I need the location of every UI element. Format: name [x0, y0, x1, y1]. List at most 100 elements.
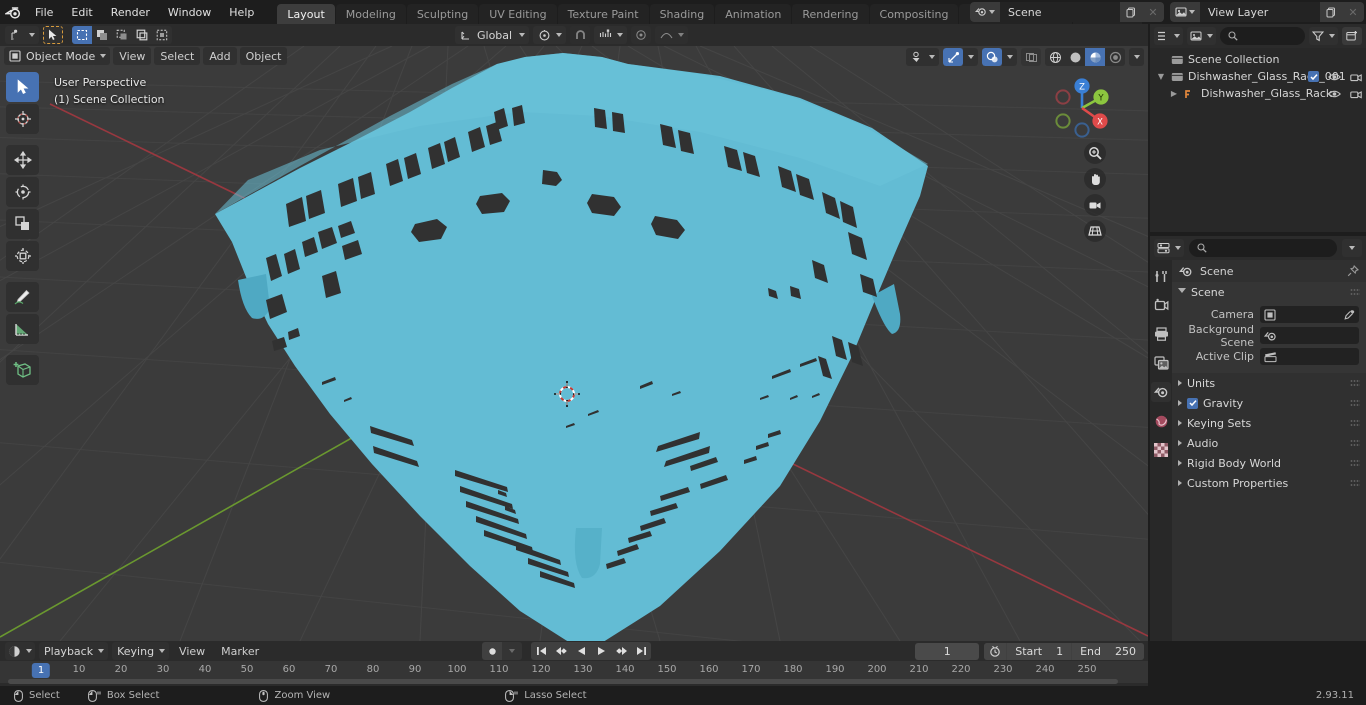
- tab-compositing[interactable]: Compositing: [869, 4, 959, 24]
- menu-window[interactable]: Window: [159, 0, 220, 24]
- chevron-down-icon[interactable]: ▼: [1155, 72, 1167, 81]
- outliner-editor-type-dropdown[interactable]: [1154, 27, 1183, 45]
- eyedropper-icon[interactable]: [1344, 309, 1355, 320]
- timeline-editor[interactable]: Playback Keying View Marker 1 Start 1 En…: [0, 641, 1148, 686]
- frame-end-field[interactable]: End 250: [1072, 642, 1144, 660]
- panel-header-custom-properties[interactable]: Custom Properties: [1172, 473, 1366, 493]
- background-scene-field[interactable]: [1260, 327, 1359, 344]
- blender-logo-icon[interactable]: [0, 0, 26, 24]
- playhead-marker[interactable]: 1: [31, 663, 51, 678]
- camera-icon[interactable]: [1084, 194, 1106, 216]
- panel-drag-grip[interactable]: [1350, 399, 1360, 407]
- shading-options-dropdown[interactable]: [1129, 48, 1144, 66]
- rotate-tool[interactable]: [6, 177, 39, 207]
- outliner-editor[interactable]: Scene Collection ▼ Dishwasher_Glass_Rack…: [1150, 24, 1366, 232]
- gravity-checkbox[interactable]: [1187, 397, 1198, 409]
- tab-shading[interactable]: Shading: [649, 4, 715, 24]
- properties-tab-texture[interactable]: [1151, 440, 1171, 460]
- keying-dropdown[interactable]: Keying: [112, 642, 170, 660]
- panel-header-rigid-body-world[interactable]: Rigid Body World: [1172, 453, 1366, 473]
- timeline-menu-view[interactable]: View: [173, 642, 211, 660]
- menu-help[interactable]: Help: [220, 0, 263, 24]
- menu-object[interactable]: Object: [239, 47, 288, 65]
- chevron-right-icon[interactable]: [1178, 460, 1182, 466]
- horizontal-scrollbar[interactable]: [8, 679, 1118, 684]
- perspective-icon[interactable]: [1084, 220, 1106, 242]
- properties-tab-scene[interactable]: [1151, 382, 1171, 402]
- unlink-scene-icon[interactable]: ✕: [1142, 2, 1164, 22]
- jump-to-start-icon[interactable]: [531, 642, 551, 660]
- jump-to-end-icon[interactable]: [631, 642, 651, 660]
- new-collection-icon[interactable]: [1342, 27, 1362, 45]
- panel-header-audio[interactable]: Audio: [1172, 433, 1366, 453]
- select-mode-group[interactable]: [72, 26, 172, 44]
- transform-tool[interactable]: [6, 241, 39, 271]
- panel-drag-grip[interactable]: [1350, 288, 1360, 296]
- menu-add[interactable]: Add: [203, 47, 237, 65]
- select-box-icon[interactable]: [72, 26, 92, 44]
- menu-edit[interactable]: Edit: [62, 0, 101, 24]
- chevron-right-icon[interactable]: [1178, 440, 1182, 446]
- menu-select[interactable]: Select: [154, 47, 201, 65]
- cursor-tool[interactable]: [6, 104, 39, 134]
- chevron-right-icon[interactable]: ▶: [1168, 89, 1180, 98]
- tweak-tool-button[interactable]: [43, 26, 63, 44]
- tweak-tool[interactable]: [6, 72, 39, 102]
- auto-keying-record-icon[interactable]: [482, 642, 502, 660]
- active-clip-field[interactable]: [1260, 348, 1359, 365]
- keying-options-dropdown[interactable]: [502, 642, 522, 660]
- scene-name-field[interactable]: Scene: [1000, 2, 1120, 22]
- pin-icon[interactable]: [1347, 265, 1359, 277]
- eye-icon[interactable]: [1328, 89, 1341, 99]
- outliner-row-scene-collection[interactable]: Scene Collection: [1150, 51, 1366, 68]
- remove-view-layer-icon[interactable]: ✕: [1342, 2, 1364, 22]
- play-icon[interactable]: [591, 642, 611, 660]
- jump-next-keyframe-icon[interactable]: [611, 642, 631, 660]
- panel-drag-grip[interactable]: [1350, 459, 1360, 467]
- eye-icon[interactable]: [1328, 72, 1341, 82]
- select-subtract-icon[interactable]: [112, 26, 132, 44]
- scene-selector[interactable]: Scene ✕: [970, 2, 1164, 22]
- shading-solid-icon[interactable]: [1065, 48, 1085, 66]
- outliner-row-dishwasher-glass-rack-001[interactable]: ▼ Dishwasher_Glass_Rack_001: [1150, 68, 1366, 85]
- chevron-right-icon[interactable]: [1178, 420, 1182, 426]
- select-extend-icon[interactable]: [92, 26, 112, 44]
- shading-mode-group[interactable]: [1045, 48, 1125, 66]
- properties-editor-type-dropdown[interactable]: [1154, 239, 1184, 257]
- outliner-display-mode-dropdown[interactable]: [1187, 27, 1216, 45]
- select-invert-icon[interactable]: [132, 26, 152, 44]
- move-tool[interactable]: [6, 145, 39, 175]
- gizmo-options-dropdown[interactable]: [963, 48, 978, 66]
- timeline-menu-marker[interactable]: Marker: [215, 642, 265, 660]
- properties-tab-tool[interactable]: [1151, 266, 1171, 286]
- panel-drag-grip[interactable]: [1350, 439, 1360, 447]
- add-cube-tool[interactable]: [6, 355, 39, 385]
- panel-header-keying-sets[interactable]: Keying Sets: [1172, 413, 1366, 433]
- timeline-editor-type-dropdown[interactable]: [5, 642, 35, 660]
- proportional-edit-icon[interactable]: [631, 26, 651, 44]
- chevron-right-icon[interactable]: [1178, 480, 1182, 486]
- dishwasher-glass-rack-mesh[interactable]: [0, 46, 1148, 641]
- shading-wireframe-icon[interactable]: [1045, 48, 1065, 66]
- measure-tool[interactable]: [6, 314, 39, 344]
- navigation-gizmo[interactable]: Z Y X: [1046, 72, 1118, 144]
- menu-render[interactable]: Render: [102, 0, 159, 24]
- panel-drag-grip[interactable]: [1350, 419, 1360, 427]
- hand-icon[interactable]: [1084, 168, 1106, 190]
- active-tool-selector[interactable]: [5, 26, 39, 44]
- tab-sculpting[interactable]: Sculpting: [406, 4, 479, 24]
- exclude-checkbox[interactable]: [1308, 71, 1319, 82]
- tab-rendering[interactable]: Rendering: [792, 4, 869, 24]
- transform-orientation-dropdown[interactable]: Global: [455, 26, 529, 44]
- properties-tab-render[interactable]: [1151, 295, 1171, 315]
- chevron-right-icon[interactable]: [1178, 400, 1182, 406]
- jump-prev-keyframe-icon[interactable]: [551, 642, 571, 660]
- properties-editor[interactable]: Scene Scene Camera Background Scene Acti…: [1150, 236, 1366, 641]
- playback-dropdown[interactable]: Playback: [39, 642, 109, 660]
- properties-tab-world[interactable]: [1151, 411, 1171, 431]
- chevron-down-icon[interactable]: [1342, 239, 1362, 257]
- view-layer-selector[interactable]: View Layer ✕: [1170, 2, 1364, 22]
- panel-drag-grip[interactable]: [1350, 479, 1360, 487]
- snap-magnet-icon[interactable]: [570, 26, 590, 44]
- snap-options-dropdown[interactable]: [594, 26, 627, 44]
